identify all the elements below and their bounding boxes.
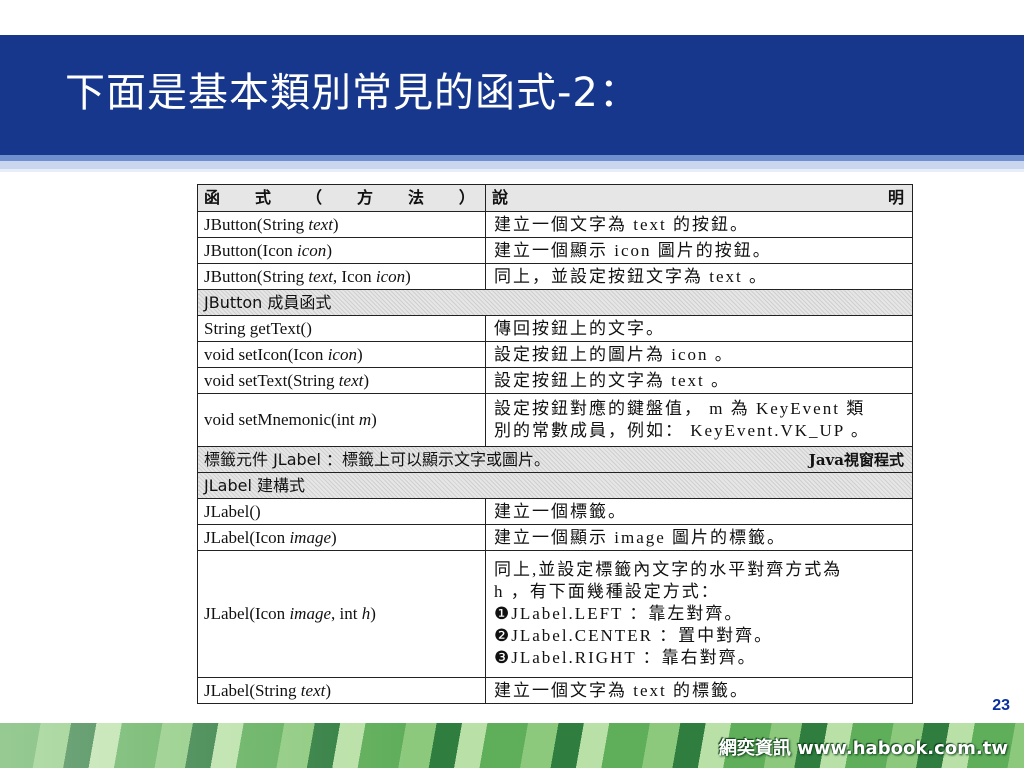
header-method: 函 式 （ 方 法 ）: [197, 184, 486, 212]
method-cell: void setIcon(Icon icon): [197, 341, 486, 368]
page-number: 23: [992, 697, 1010, 714]
slide-title: 下面是基本類別常見的函式-2：: [65, 70, 640, 116]
table-row: JButton(String text, Icon icon) 同上，並設定按鈕…: [197, 263, 913, 290]
header-description: 說 明: [485, 184, 913, 212]
section-brand: Java視窗程式: [808, 450, 904, 469]
section-row-jlabel-ctor: JLabel 建構式: [197, 472, 913, 499]
table-row: JButton(Icon icon) 建立一個顯示 icon 圖片的按鈕。: [197, 237, 913, 264]
method-cell: void setMnemonic(int m): [197, 393, 486, 447]
table-row: JButton(String text) 建立一個文字為 text 的按鈕。: [197, 211, 913, 238]
description-line: ❶JLabel.LEFT ：靠左對齊。: [494, 604, 744, 623]
method-cell: JButton(Icon icon): [197, 237, 486, 264]
method-cell: JButton(String text): [197, 211, 486, 238]
section-title: JLabel 建構式: [197, 472, 913, 499]
description-line: h ，有下面幾種設定方式：: [494, 582, 720, 601]
table-row: void setText(String text) 設定按鈕上的文字為 text…: [197, 367, 913, 394]
table-row: String getText() 傳回按鈕上的文字。: [197, 315, 913, 342]
method-cell: JLabel(String text): [197, 677, 486, 704]
method-cell: JLabel(Icon image): [197, 524, 486, 551]
table-row: JLabel(String text) 建立一個文字為 text 的標籤。: [197, 677, 913, 704]
table-row: JLabel(Icon image, int h) 同上,並設定標籤內文字的水平…: [197, 550, 913, 678]
footer-brand: 網奕資訊 www.habook.com.tw: [718, 738, 1008, 759]
banner-divider-light: [0, 161, 1024, 169]
description-cell: 設定按鈕上的圖片為 icon 。: [485, 341, 913, 368]
description-line: 別的常數成員，例如： KeyEvent.VK_UP 。: [494, 421, 870, 440]
section-title: JButton 成員函式: [197, 289, 913, 316]
table-row: void setMnemonic(int m) 設定按鈕對應的鍵盤值， m 為 …: [197, 393, 913, 447]
description-cell: 建立一個顯示 icon 圖片的按鈕。: [485, 237, 913, 264]
description-cell: 建立一個文字為 text 的按鈕。: [485, 211, 913, 238]
description-cell: 同上,並設定標籤內文字的水平對齊方式為 h ，有下面幾種設定方式： ❶JLabe…: [485, 550, 913, 678]
table-row: void setIcon(Icon icon) 設定按鈕上的圖片為 icon 。: [197, 341, 913, 368]
description-line: ❸JLabel.RIGHT ：靠右對齊。: [494, 648, 757, 667]
method-cell: String getText(): [197, 315, 486, 342]
section-title: 標籤元件 JLabel ：標籤上可以顯示文字或圖片。 Java視窗程式: [197, 446, 913, 473]
table-header-row: 函 式 （ 方 法 ） 說 明: [197, 184, 913, 212]
banner-divider-faint: [0, 169, 1024, 172]
section-row-jbutton-members: JButton 成員函式: [197, 289, 913, 316]
description-cell: 傳回按鈕上的文字。: [485, 315, 913, 342]
description-line: ❷JLabel.CENTER ：置中對齊。: [494, 626, 774, 645]
method-table: 函 式 （ 方 法 ） 說 明 JButton(String text) 建立一…: [197, 184, 913, 704]
section-text: 標籤元件 JLabel ：標籤上可以顯示文字或圖片。: [204, 449, 551, 469]
description-line: 設定按鈕對應的鍵盤值， m 為 KeyEvent 類: [494, 399, 866, 418]
description-cell: 設定按鈕對應的鍵盤值， m 為 KeyEvent 類 別的常數成員，例如： Ke…: [485, 393, 913, 447]
description-cell: 同上，並設定按鈕文字為 text 。: [485, 263, 913, 290]
description-cell: 建立一個顯示 image 圖片的標籤。: [485, 524, 913, 551]
method-cell: JButton(String text, Icon icon): [197, 263, 486, 290]
method-cell: JLabel(Icon image, int h): [197, 550, 486, 678]
method-table-container: 函 式 （ 方 法 ） 說 明 JButton(String text) 建立一…: [197, 184, 913, 715]
section-row-jlabel: 標籤元件 JLabel ：標籤上可以顯示文字或圖片。 Java視窗程式: [197, 446, 913, 473]
method-cell: JLabel(): [197, 498, 486, 525]
table-row: JLabel() 建立一個標籤。: [197, 498, 913, 525]
description-cell: 設定按鈕上的文字為 text 。: [485, 367, 913, 394]
table-row: JLabel(Icon image) 建立一個顯示 image 圖片的標籤。: [197, 524, 913, 551]
method-cell: void setText(String text): [197, 367, 486, 394]
description-line: 同上,並設定標籤內文字的水平對齊方式為: [494, 560, 843, 579]
description-cell: 建立一個標籤。: [485, 498, 913, 525]
description-cell: 建立一個文字為 text 的標籤。: [485, 677, 913, 704]
